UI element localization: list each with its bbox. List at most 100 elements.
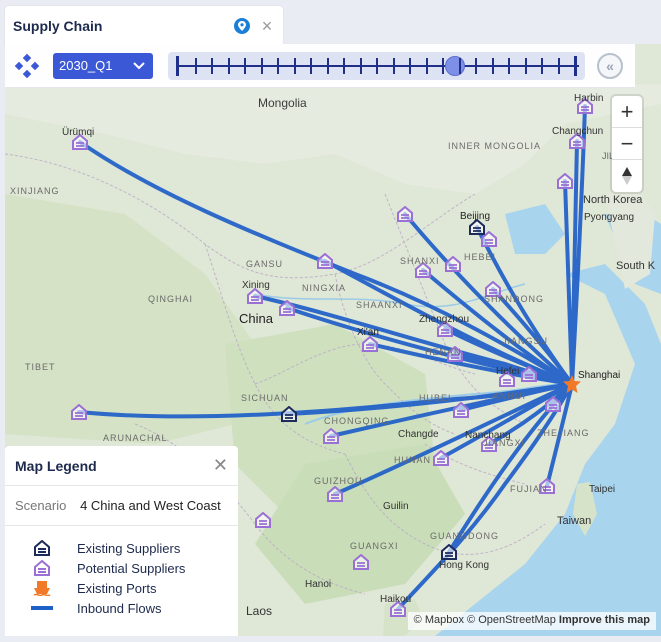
label-chongqing: CHONGQING [324,416,390,426]
label-beijing: Beijing [460,211,491,222]
slider-tick [376,58,378,74]
label-guizhou: GUIZHOU [314,476,363,486]
slider-track [178,65,579,67]
legend-item-potential-suppliers: Potential Suppliers [29,558,238,578]
potential-supplier-yunnan[interactable] [255,512,271,528]
slider-tick [442,58,444,74]
period-slider[interactable] [168,52,585,80]
label-xining: Xining [242,280,270,291]
slider-tick [227,58,230,74]
potential-supplier-jilin[interactable] [557,173,573,189]
label-hubei: HUBEI [419,393,452,403]
label-inner-mongolia: INNER MONGOLIA [448,141,542,151]
potential-supplier-jiangsu[interactable] [521,366,537,382]
supply-chain-map[interactable]: Mongolia INNER MONGOLIA Ürümqi XINJIANG … [5,44,661,636]
period-value: 2030_Q1 [59,58,113,73]
potential-supplier-guizhou[interactable] [327,486,343,502]
potential-supplier-zhejiang[interactable] [545,396,561,412]
label-guilin: Guilin [383,501,409,512]
label-sichuan: SICHUAN [241,393,289,403]
slider-tick [277,58,279,74]
existing-supplier-sichuan[interactable] [281,406,297,422]
slider-tick [326,58,329,74]
potential-supplier-xian[interactable] [362,336,378,352]
scenario-value: 4 China and West Coast [80,498,221,513]
slider-tick [458,58,461,74]
potential-supplier-changde[interactable] [453,402,469,418]
location-pin-icon[interactable] [233,17,251,35]
mapbox-credit[interactable]: © Mapbox [414,614,464,626]
close-icon[interactable]: ✕ [213,455,228,476]
label-henan: HENAN [425,347,462,357]
compass-icon[interactable] [612,160,642,192]
chevron-down-icon [133,61,145,69]
potential-supplier-hunan[interactable] [433,450,449,466]
scenario-label: Scenario [15,498,67,513]
potential-supplier-gansu[interactable] [317,253,333,269]
potential-supplier-icon [29,560,55,576]
slider-tick [475,58,477,74]
slider-tick [541,58,543,74]
potential-supplier-tibet[interactable] [71,404,87,420]
legend-item-label: Existing Ports [77,580,157,596]
label-urumqi: Ürümqi [62,127,95,138]
potential-supplier-chongqing[interactable] [323,428,339,444]
close-icon[interactable]: × [259,17,275,35]
improve-map-link[interactable]: Improve this map [559,614,650,626]
period-select[interactable]: 2030_Q1 [53,52,153,79]
label-china: China [239,311,273,326]
label-hefei: Hefei [496,366,520,377]
potential-supplier-lanzhou[interactable] [279,300,295,316]
legend-scenario: Scenario 4 China and West Coast [5,486,238,526]
existing-supplier-icon [29,540,55,556]
diamond-network-icon[interactable] [13,52,41,80]
slider-tick [508,58,510,74]
legend-item-label: Potential Suppliers [77,560,186,576]
label-south-korea: South K [616,260,656,272]
slider-tick [310,58,312,74]
label-arunachal: ARUNACHAL [103,433,168,443]
map-legend: Map Legend ✕ Scenario 4 China and West C… [5,446,238,636]
label-shaanxi: SHAANXI [356,300,403,310]
slider-tick [425,58,428,74]
label-haikou: Haikou [380,594,412,605]
label-shanghai: Shanghai [578,370,621,381]
label-changde: Changde [398,429,439,440]
potential-supplier-hebei[interactable] [397,206,413,222]
label-shanxi: SHANXI [400,256,440,266]
existing-supplier-hong-kong[interactable] [441,544,457,560]
potential-supplier-hebei-south[interactable] [445,256,461,272]
zoom-out-button[interactable]: − [612,128,642,160]
label-pyongyang: Pyongyang [584,212,635,223]
label-tibet: TIBET [25,362,56,372]
label-hong-kong: Hong Kong [439,560,490,571]
legend-item-existing-ports: Existing Ports [29,578,238,598]
label-guangdong: GUANGDONG [430,531,500,541]
zoom-control: + − [612,96,642,192]
slider-thumb[interactable] [445,56,466,76]
legend-item-label: Inbound Flows [77,600,162,616]
slider-end [574,56,577,76]
rewind-icon[interactable]: « [597,53,623,79]
legend-item-label: Existing Suppliers [77,540,181,556]
label-zhengzhou: Zhengzhou [419,314,470,325]
label-guangxi: GUANGXI [350,541,399,551]
slider-tick [491,58,494,74]
potential-supplier-guangxi[interactable] [353,554,369,570]
osm-credit[interactable]: © OpenStreetMap [467,614,556,626]
label-harbin: Harbin [574,93,604,104]
slider-start [176,56,179,76]
supply-chain-tab[interactable]: Supply Chain × [5,6,283,46]
slider-tick [343,58,345,74]
zoom-in-button[interactable]: + [612,96,642,128]
label-mongolia: Mongolia [258,96,307,110]
slider-tick [409,58,411,74]
label-anhui: ANHUI [493,391,527,401]
label-hebei: HEBEI [464,252,497,262]
map-attribution: © Mapbox © OpenStreetMap Improve this ma… [407,612,656,630]
label-hanoi: Hanoi [305,579,332,590]
slider-tick [211,58,213,74]
label-laos: Laos [246,604,273,618]
slider-tick [260,58,263,74]
slider-tick [194,58,197,74]
